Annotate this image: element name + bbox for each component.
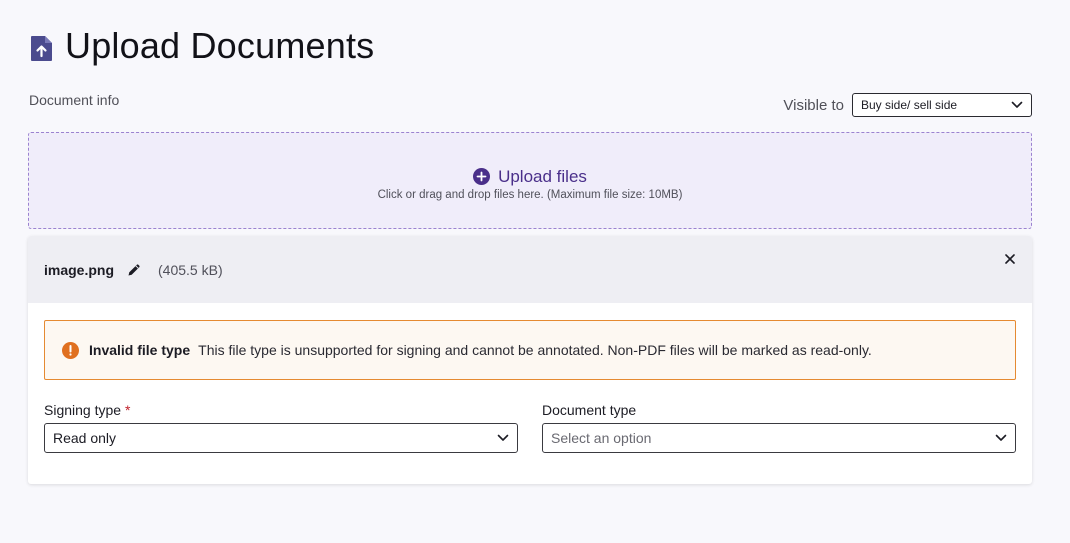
visible-to-value: Buy side/ sell side bbox=[861, 98, 958, 112]
chevron-down-icon bbox=[497, 434, 509, 441]
chevron-down-icon bbox=[1011, 101, 1023, 108]
visible-to-select[interactable]: Buy side/ sell side bbox=[852, 93, 1032, 117]
upload-files-label: Upload files bbox=[498, 166, 587, 186]
page-header: Upload Documents bbox=[30, 26, 374, 66]
signing-type-value: Read only bbox=[53, 430, 117, 446]
chevron-down-icon bbox=[995, 434, 1007, 441]
signing-type-select[interactable]: Read only bbox=[44, 423, 518, 453]
file-header: image.png (405.5 kB) bbox=[28, 236, 1032, 303]
file-upload-icon bbox=[31, 36, 52, 61]
upload-dropzone[interactable]: Upload files Click or drag and drop file… bbox=[28, 132, 1032, 229]
plus-circle-icon bbox=[473, 168, 491, 185]
document-info-label: Document info bbox=[29, 92, 120, 108]
upload-files-button[interactable]: Upload files bbox=[473, 167, 587, 187]
page-title: Upload Documents bbox=[65, 25, 375, 66]
alert-message: This file type is unsupported for signin… bbox=[198, 342, 872, 358]
document-type-select[interactable]: Select an option bbox=[542, 423, 1016, 453]
warning-icon bbox=[62, 341, 79, 359]
required-marker: * bbox=[124, 402, 131, 418]
visible-to-label: Visible to bbox=[783, 96, 844, 114]
file-size: (405.5 kB) bbox=[158, 261, 223, 278]
close-icon[interactable] bbox=[1004, 253, 1016, 265]
signing-type-label: Signing type * bbox=[44, 402, 518, 419]
document-type-placeholder: Select an option bbox=[551, 430, 652, 446]
document-type-label: Document type bbox=[542, 402, 637, 418]
signing-type-field: Signing type * Read only bbox=[44, 402, 518, 453]
file-name: image.png bbox=[44, 261, 115, 278]
alert-title: Invalid file type bbox=[89, 342, 191, 358]
file-card: image.png (405.5 kB) Invalid file type T… bbox=[28, 236, 1032, 484]
pencil-icon[interactable] bbox=[127, 263, 141, 277]
invalid-file-alert: Invalid file type This file type is unsu… bbox=[44, 320, 1016, 380]
visible-to-control: Visible to Buy side/ sell side bbox=[783, 93, 1032, 117]
document-type-field: Document type Select an option bbox=[542, 402, 1016, 453]
signing-type-label-text: Signing type bbox=[44, 402, 122, 418]
upload-hint: Click or drag and drop files here. (Maxi… bbox=[377, 188, 683, 201]
